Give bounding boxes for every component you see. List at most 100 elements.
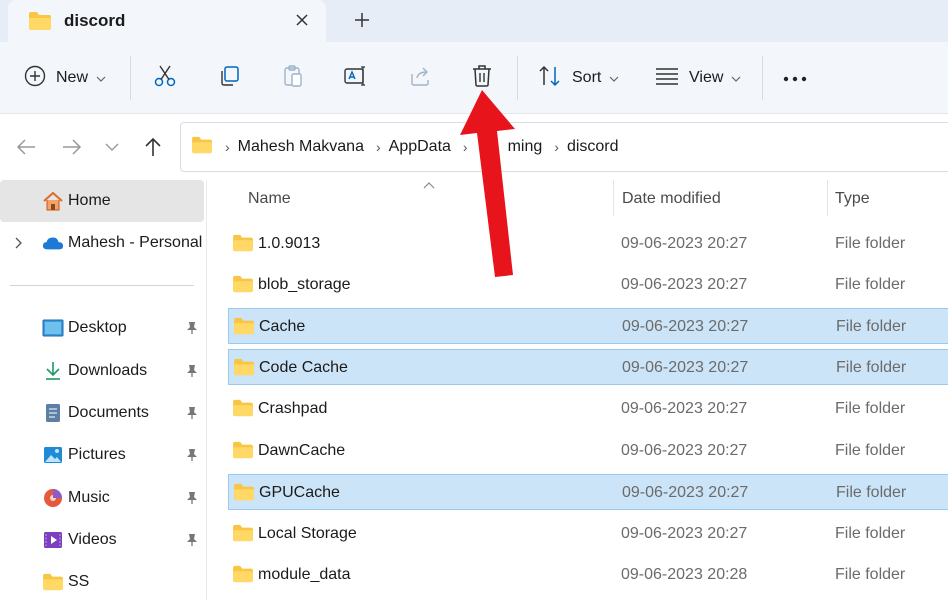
- pin-icon: [184, 532, 200, 548]
- chevron-down-icon: [609, 69, 619, 87]
- tab-title: discord: [64, 11, 126, 30]
- sort-icon: [538, 65, 562, 92]
- rename-button[interactable]: [343, 62, 369, 94]
- pane-splitter[interactable]: [206, 180, 207, 600]
- more-options-button[interactable]: [783, 62, 807, 94]
- sidebar-item-ss[interactable]: SS: [0, 561, 204, 600]
- file-name: GPUCache: [259, 484, 340, 501]
- chevron-right-icon[interactable]: [12, 236, 26, 250]
- chevron-down-icon: [731, 69, 741, 87]
- sidebar-item-home[interactable]: Home: [0, 180, 204, 222]
- breadcrumb-discord[interactable]: discord: [567, 138, 619, 156]
- sort-button[interactable]: Sort: [538, 62, 619, 94]
- file-row[interactable]: Local Storage 09-06-2023 20:27 File fold…: [228, 516, 948, 552]
- pin-icon: [184, 363, 200, 379]
- column-header-type[interactable]: Type: [835, 190, 870, 208]
- file-date-modified: 09-06-2023 20:27: [621, 400, 748, 417]
- file-type: File folder: [836, 318, 907, 335]
- tab-discord[interactable]: discord: [8, 0, 326, 42]
- file-name: Local Storage: [258, 525, 357, 542]
- cut-icon: [153, 64, 177, 93]
- up-arrow-icon[interactable]: [140, 134, 166, 160]
- folder-icon: [233, 317, 255, 340]
- file-type: File folder: [835, 276, 906, 293]
- file-date-modified: 09-06-2023 20:27: [621, 525, 748, 542]
- folder-icon: [42, 571, 64, 593]
- new-label: New: [56, 69, 89, 86]
- share-button[interactable]: [408, 62, 432, 94]
- sidebar-item-label: Pictures: [68, 446, 126, 463]
- folder-icon: [232, 524, 254, 547]
- sidebar-item-desktop[interactable]: Desktop: [0, 307, 204, 349]
- address-bar[interactable]: › Mahesh Makvana › AppData › ming › disc…: [180, 122, 948, 172]
- file-type: File folder: [835, 525, 906, 542]
- paste-button[interactable]: [281, 62, 305, 94]
- file-row[interactable]: module_data 09-06-2023 20:28 File folder: [228, 557, 948, 593]
- sidebar-item-label: Documents: [68, 404, 149, 421]
- sidebar-item-pictures[interactable]: Pictures: [0, 434, 204, 476]
- breadcrumb-appdata[interactable]: AppData: [389, 138, 451, 156]
- file-row[interactable]: Cache 09-06-2023 20:27 File folder: [228, 308, 948, 344]
- pictures-icon: [42, 444, 64, 466]
- folder-icon: [232, 441, 254, 464]
- file-type: File folder: [835, 235, 906, 252]
- sidebar-item-music[interactable]: Music: [0, 477, 204, 519]
- more-icon: [783, 69, 807, 87]
- documents-icon: [42, 402, 64, 424]
- sidebar-item-downloads[interactable]: Downloads: [0, 350, 204, 392]
- recent-locations-chevron-icon[interactable]: [99, 134, 125, 160]
- chevron-down-icon: [96, 69, 106, 87]
- title-bar: discord: [0, 0, 948, 42]
- column-separator[interactable]: [613, 180, 614, 216]
- file-row[interactable]: 1.0.9013 09-06-2023 20:27 File folder: [228, 226, 948, 262]
- download-icon: [42, 360, 64, 382]
- file-name: Crashpad: [258, 400, 328, 417]
- close-icon[interactable]: [290, 8, 314, 32]
- sidebar-item-videos[interactable]: Videos: [0, 519, 204, 561]
- file-row[interactable]: blob_storage 09-06-2023 20:27 File folde…: [228, 267, 948, 303]
- cloud-icon: [42, 232, 64, 254]
- pin-icon: [184, 405, 200, 421]
- copy-icon: [217, 64, 241, 93]
- sidebar-item-onedrive[interactable]: Mahesh - Personal: [0, 222, 204, 264]
- annotation-arrow: [460, 90, 515, 277]
- new-button[interactable]: New: [24, 62, 106, 94]
- sidebar-divider: [10, 285, 194, 286]
- file-row[interactable]: Crashpad 09-06-2023 20:27 File folder: [228, 391, 948, 427]
- file-name: Cache: [259, 318, 306, 335]
- file-row[interactable]: DawnCache 09-06-2023 20:27 File folder: [228, 433, 948, 469]
- sidebar-item-documents[interactable]: Documents: [0, 392, 204, 434]
- file-row[interactable]: Code Cache 09-06-2023 20:27 File folder: [228, 349, 948, 385]
- file-name: Code Cache: [259, 359, 348, 376]
- toolbar-divider: [762, 56, 763, 100]
- pin-icon: [184, 490, 200, 506]
- file-type: File folder: [835, 400, 906, 417]
- plus-icon[interactable]: [350, 8, 374, 32]
- folder-icon: [232, 565, 254, 588]
- navigation-pane: Home Mahesh - Personal Desktop Downloads: [0, 180, 204, 600]
- file-row[interactable]: GPUCache 09-06-2023 20:27 File folder: [228, 474, 948, 510]
- breadcrumb-separator-icon: ›: [375, 139, 381, 155]
- forward-arrow-icon[interactable]: [59, 134, 85, 160]
- column-header-name[interactable]: Name: [248, 190, 291, 208]
- file-type: File folder: [835, 442, 906, 459]
- column-header-date-modified[interactable]: Date modified: [622, 190, 721, 208]
- file-type: File folder: [835, 566, 906, 583]
- copy-button[interactable]: [217, 62, 241, 94]
- file-name: 1.0.9013: [258, 235, 321, 252]
- paste-icon: [281, 64, 305, 93]
- breadcrumb-mahesh-makvana[interactable]: Mahesh Makvana: [238, 138, 364, 156]
- file-name: DawnCache: [258, 442, 346, 459]
- file-date-modified: 09-06-2023 20:27: [621, 442, 748, 459]
- back-arrow-icon[interactable]: [13, 134, 39, 160]
- view-button[interactable]: View: [655, 62, 741, 94]
- breadcrumb-separator-icon: ›: [554, 139, 559, 155]
- sidebar-item-label: Home: [68, 192, 111, 209]
- cut-button[interactable]: [153, 62, 177, 94]
- column-separator[interactable]: [827, 180, 828, 216]
- folder-icon: [232, 234, 254, 257]
- breadcrumb-separator-icon: ›: [225, 139, 230, 155]
- share-icon: [408, 64, 432, 93]
- sidebar-item-label: Desktop: [68, 319, 127, 336]
- sidebar-item-label: Downloads: [68, 362, 148, 379]
